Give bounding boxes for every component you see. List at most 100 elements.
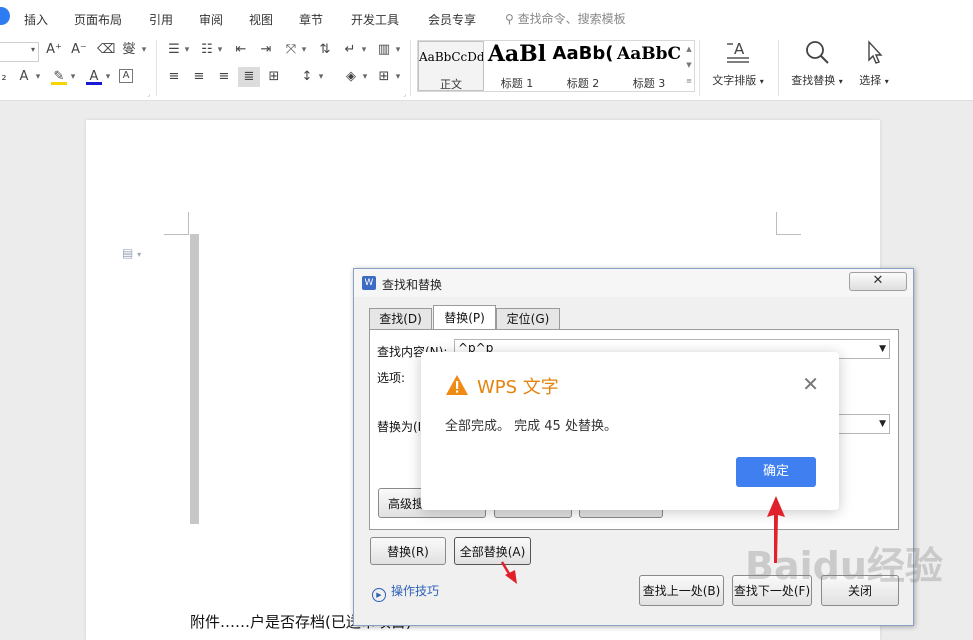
- align-left-icon[interactable]: ≡: [166, 69, 182, 85]
- find-previous-button[interactable]: 查找上一处(B): [639, 575, 724, 606]
- ribbon-toolbar: ▾ A⁺ A⁻ ⌫ 燮 ▾ ₂ A ▾ ✎ ▾ A ▾ A ⌟ ☰ ▾ ☷ ▾ …: [0, 36, 973, 101]
- gallery-scroll[interactable]: ▲ ▼ ≡: [684, 41, 694, 91]
- chevron-down-icon[interactable]: ▾: [317, 69, 325, 85]
- menu-review[interactable]: 审阅: [199, 11, 223, 28]
- find-replace-button[interactable]: 查找替换 ▾: [786, 38, 848, 88]
- chevron-down-icon[interactable]: ▾: [104, 69, 112, 85]
- align-center-icon[interactable]: ≡: [191, 69, 207, 85]
- phonetic-icon[interactable]: 燮: [121, 42, 137, 58]
- highlight-icon[interactable]: ✎: [51, 69, 67, 85]
- chevron-down-icon[interactable]: ▾: [183, 42, 191, 58]
- magnifier-icon: [806, 41, 829, 64]
- style-sample: AaBl: [487, 41, 547, 67]
- command-search[interactable]: ⚲ 查找命令、搜索模板: [505, 10, 626, 27]
- ok-button[interactable]: 确定: [736, 457, 816, 487]
- numbered-list-icon[interactable]: ☷: [199, 42, 215, 58]
- chevron-down-icon[interactable]: ▾: [140, 42, 148, 58]
- chevron-down-icon[interactable]: ▾: [360, 42, 368, 58]
- line-spacing-icon[interactable]: ↕: [299, 69, 315, 85]
- increase-indent-icon[interactable]: ⇥: [258, 42, 274, 58]
- chevron-down-icon[interactable]: ▼: [879, 419, 886, 429]
- style-label: 标题 3: [632, 77, 666, 90]
- chevron-down-icon[interactable]: ▾: [216, 42, 224, 58]
- column-icon[interactable]: ▥: [376, 42, 392, 58]
- chevron-down-icon[interactable]: ▾: [394, 42, 402, 58]
- tips-link[interactable]: ▶ 操作技巧: [372, 582, 439, 602]
- menu-member[interactable]: 会员专享: [428, 11, 476, 28]
- play-icon: ▶: [372, 588, 386, 602]
- style-label: 标题 1: [500, 77, 534, 90]
- search-icon: ⚲: [505, 12, 514, 26]
- select-button[interactable]: 选择 ▾: [854, 38, 894, 88]
- chevron-down-icon[interactable]: ▾: [394, 69, 402, 85]
- menu-insert[interactable]: 插入: [24, 11, 48, 28]
- wps-writer-icon: W: [362, 276, 376, 290]
- chevron-down-icon[interactable]: ▼: [879, 344, 886, 354]
- select-label: 选择: [859, 74, 882, 87]
- menu-view[interactable]: 视图: [249, 11, 273, 28]
- chevron-down-icon[interactable]: ▼: [684, 57, 694, 73]
- wps-logo-icon[interactable]: [0, 7, 10, 25]
- chevron-up-icon[interactable]: ▲: [684, 41, 694, 57]
- ribbon-divider: [156, 40, 157, 96]
- dialog-titlebar[interactable]: W 查找和替换 ✕: [354, 269, 913, 297]
- ribbon-divider: [410, 40, 411, 96]
- options-label: 选项:: [377, 371, 406, 385]
- group-expand-icon[interactable]: ⌟: [147, 91, 150, 98]
- style-heading-1[interactable]: AaBl 标题 1: [484, 41, 550, 91]
- tab-replace[interactable]: 替换(P): [433, 305, 496, 330]
- chevron-down-icon[interactable]: ▾: [361, 69, 369, 85]
- shrink-font-icon[interactable]: A⁻: [71, 42, 87, 58]
- tab-goto[interactable]: 定位(G): [496, 308, 560, 329]
- grow-font-icon[interactable]: A⁺: [46, 42, 62, 58]
- paragraph-mark-icon[interactable]: ↵: [342, 42, 358, 58]
- font-size-select[interactable]: ▾: [0, 42, 39, 62]
- font-color-icon[interactable]: A: [86, 69, 102, 85]
- chevron-down-icon[interactable]: ▾: [34, 69, 42, 85]
- borders-icon[interactable]: ⊞: [376, 69, 392, 85]
- svg-text:A: A: [734, 40, 745, 58]
- chevron-down-icon[interactable]: ▾: [300, 42, 308, 58]
- chinese-layout-icon[interactable]: ⤧: [283, 42, 299, 58]
- align-right-icon[interactable]: ≡: [216, 69, 232, 85]
- document-icon[interactable]: ▤ ▾: [122, 246, 141, 260]
- dialog-close-button[interactable]: ✕: [849, 272, 907, 291]
- command-search-placeholder: 查找命令、搜索模板: [517, 12, 626, 26]
- justify-icon[interactable]: ≣: [238, 67, 260, 87]
- more-icon[interactable]: ≡: [684, 73, 694, 89]
- sort-icon[interactable]: ⇅: [317, 42, 333, 58]
- ribbon-divider: [778, 40, 779, 96]
- menu-page-layout[interactable]: 页面布局: [74, 11, 122, 28]
- subscript-icon[interactable]: ₂: [0, 69, 12, 85]
- chevron-down-icon: ▾: [759, 77, 764, 86]
- replace-label: 替换为(I: [377, 420, 422, 434]
- text-layout-label: 文字排版: [712, 74, 757, 87]
- find-replace-label: 查找替换: [791, 74, 836, 87]
- menu-section[interactable]: 章节: [299, 11, 323, 28]
- char-border-icon[interactable]: A: [119, 69, 133, 83]
- ribbon-divider: [699, 40, 700, 96]
- style-normal[interactable]: AaBbCcDd 正文: [418, 41, 484, 91]
- text-layout-button[interactable]: A 文字排版 ▾: [708, 38, 768, 88]
- baidu-watermark: Baidu经验: [745, 544, 943, 588]
- replace-button[interactable]: 替换(R): [370, 537, 446, 565]
- menu-developer[interactable]: 开发工具: [351, 11, 399, 28]
- tab-find[interactable]: 查找(D): [369, 308, 432, 329]
- chevron-down-icon[interactable]: ▾: [69, 69, 77, 85]
- style-label: 标题 2: [566, 77, 600, 90]
- annotation-arrow: [500, 561, 517, 584]
- group-expand-icon[interactable]: ⌟: [403, 91, 406, 98]
- clear-format-icon[interactable]: ⌫: [97, 42, 115, 58]
- style-heading-2[interactable]: AaBb( 标题 2: [550, 41, 616, 91]
- bullet-list-icon[interactable]: ☰: [166, 42, 182, 58]
- style-sample: AaBb(: [552, 43, 614, 64]
- text-layout-icon: A: [727, 40, 749, 63]
- close-icon[interactable]: ✕: [802, 372, 819, 396]
- menu-references[interactable]: 引用: [149, 11, 173, 28]
- decrease-indent-icon[interactable]: ⇤: [233, 42, 249, 58]
- text-effect-icon[interactable]: A: [16, 69, 32, 85]
- chevron-down-icon: ▾: [884, 77, 889, 86]
- shading-icon[interactable]: ◈: [343, 69, 359, 85]
- distributed-icon[interactable]: ⊞: [266, 69, 282, 85]
- style-heading-3[interactable]: AaBbC 标题 3: [616, 41, 682, 91]
